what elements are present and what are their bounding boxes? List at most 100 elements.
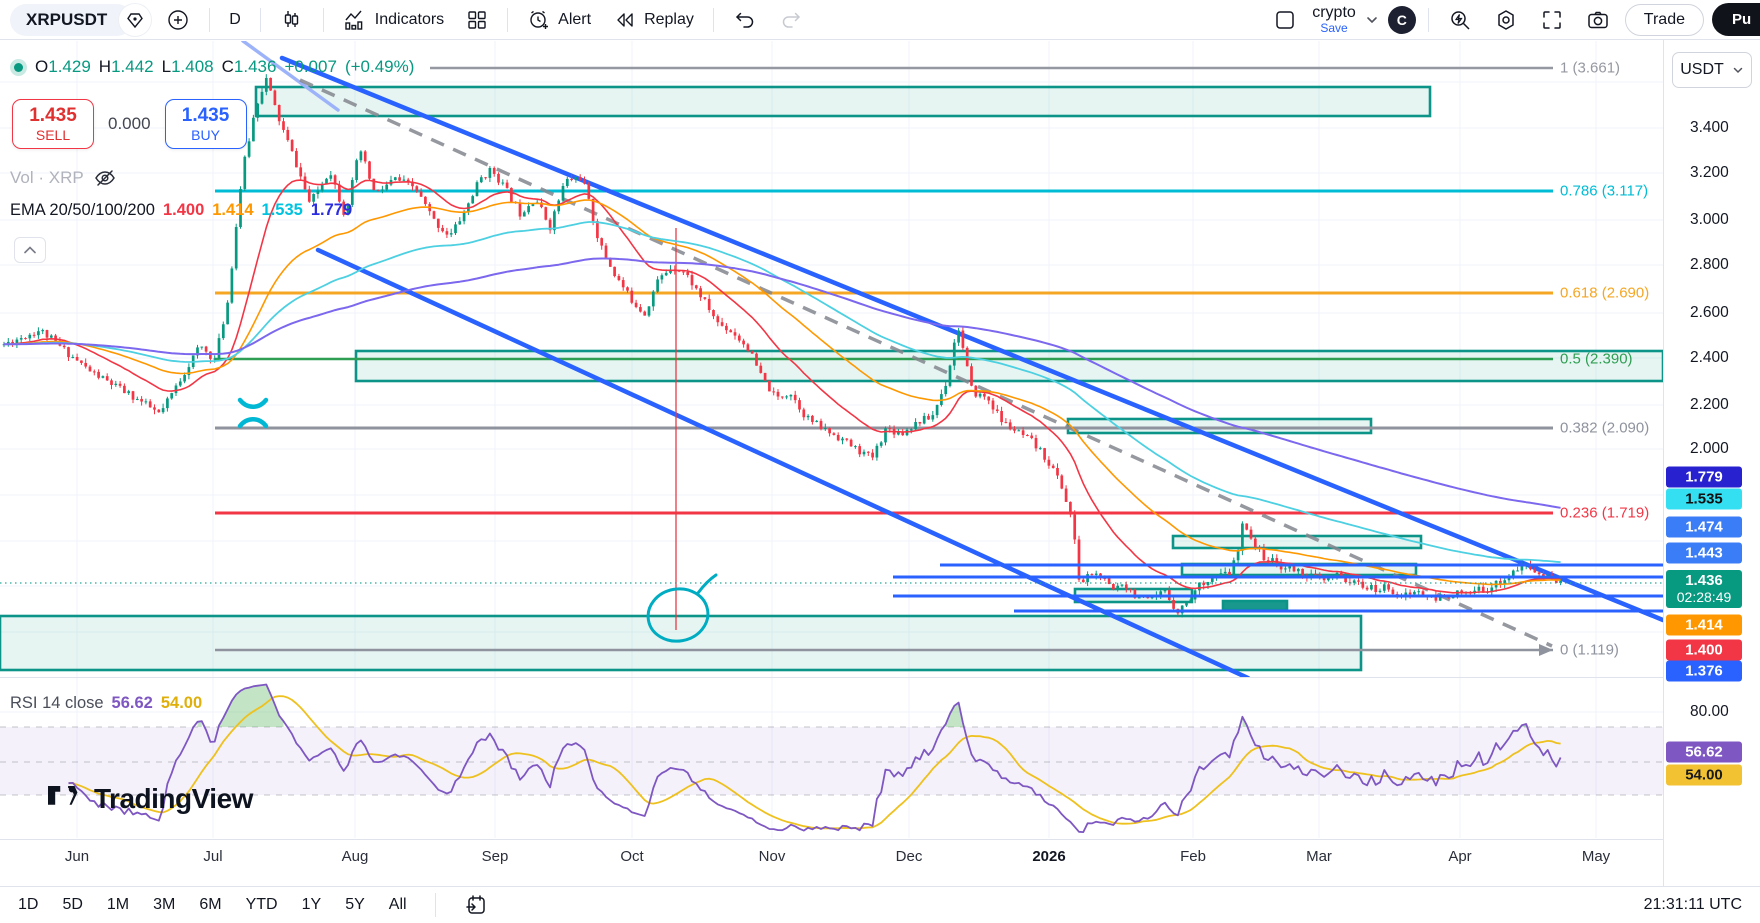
range-1y[interactable]: 1Y xyxy=(302,896,322,914)
change-percent: (+0.49%) xyxy=(344,57,415,76)
settings-button[interactable] xyxy=(1487,4,1525,36)
rsi-legend[interactable]: RSI 14 close 56.62 54.00 xyxy=(10,694,202,713)
snapshot-button[interactable] xyxy=(1579,4,1617,36)
tradingview-logo[interactable]: TradingView xyxy=(48,783,253,815)
month-tick-Feb[interactable]: Feb xyxy=(1180,848,1206,865)
ema100-value: 1.535 xyxy=(261,201,303,219)
quick-search-button[interactable] xyxy=(1441,4,1479,36)
range-1m[interactable]: 1M xyxy=(107,896,129,914)
redo-icon xyxy=(779,8,803,32)
sell-button[interactable]: 1.435 SELL xyxy=(12,99,94,149)
hexagon-settings-icon xyxy=(1494,8,1518,32)
month-tick-May[interactable]: May xyxy=(1582,848,1610,865)
chart-style-button[interactable] xyxy=(273,4,311,36)
month-tick-Apr[interactable]: Apr xyxy=(1448,848,1471,865)
time-axis[interactable]: Jun Jul Aug Sep Oct Nov Dec 2026 Feb Mar Apr May xyxy=(0,839,1760,886)
chevron-down-icon[interactable] xyxy=(1364,12,1380,28)
month-tick-Nov[interactable]: Nov xyxy=(759,848,786,865)
price-tick: 2.800 xyxy=(1690,256,1729,273)
interval-button[interactable]: D xyxy=(222,7,248,33)
eye-slash-icon[interactable] xyxy=(92,165,118,191)
templates-button[interactable] xyxy=(459,5,495,35)
fullscreen-icon xyxy=(1540,8,1564,32)
layout-name-button[interactable]: crypto Save xyxy=(1312,4,1356,34)
chevron-up-icon xyxy=(24,246,36,254)
ema-label: EMA 20/50/100/200 xyxy=(10,201,155,219)
rsi-value: 56.62 xyxy=(111,694,153,712)
month-tick-2026[interactable]: 2026 xyxy=(1032,848,1065,865)
symbol-name: XRPUSDT xyxy=(26,9,108,29)
rsi-title: RSI 14 close xyxy=(10,694,104,712)
month-tick-Aug[interactable]: Aug xyxy=(342,848,369,865)
tradingview-wordmark: TradingView xyxy=(94,783,253,814)
camera-icon xyxy=(1586,8,1610,32)
close-key: C xyxy=(221,57,234,76)
main-pane xyxy=(0,41,1663,677)
undo-button[interactable] xyxy=(726,4,764,36)
volume-legend[interactable]: Vol · XRP xyxy=(10,165,118,191)
market-status-dot xyxy=(10,58,27,76)
publish-button[interactable]: Pu xyxy=(1712,3,1760,36)
change-value: +0.007 xyxy=(284,57,337,76)
toolbar-separator xyxy=(259,7,261,32)
ema50-value: 1.414 xyxy=(212,201,254,219)
alert-label: Alert xyxy=(558,10,592,28)
sell-price: 1.435 xyxy=(29,105,77,127)
range-1d[interactable]: 1D xyxy=(18,896,38,914)
range-5d[interactable]: 5D xyxy=(62,896,82,914)
month-tick-Sep[interactable]: Sep xyxy=(482,848,509,865)
ema-legend[interactable]: EMA 20/50/100/200 1.400 1.414 1.535 1.77… xyxy=(10,201,352,220)
month-tick-Jun[interactable]: Jun xyxy=(65,848,89,865)
buy-price: 1.435 xyxy=(181,105,230,127)
price-tick: 3.200 xyxy=(1690,164,1729,181)
layout-button[interactable] xyxy=(1266,4,1304,36)
toolbar-separator xyxy=(712,7,714,32)
alert-button[interactable]: Alert xyxy=(520,4,598,36)
symbol-button[interactable]: XRPUSDT xyxy=(10,3,134,36)
tradingview-mark-icon xyxy=(48,786,84,812)
compare-button[interactable] xyxy=(159,4,197,36)
currency-selector[interactable]: USDT xyxy=(1672,52,1752,88)
redo-button[interactable] xyxy=(772,4,810,36)
trade-button[interactable]: Trade xyxy=(1624,3,1704,36)
month-tick-Mar[interactable]: Mar xyxy=(1306,848,1332,865)
trade-widget: 1.435 SELL 0.000 1.435 BUY xyxy=(12,99,247,149)
range-6m[interactable]: 6M xyxy=(199,896,221,914)
price-axis[interactable]: USDT 3.400 3.200 3.000 2.800 2.600 2.400 2.200… xyxy=(1663,40,1760,886)
clock[interactable]: 21:31:11 UTC xyxy=(1644,896,1742,914)
range-5y[interactable]: 5Y xyxy=(345,896,365,914)
price-chart xyxy=(0,41,1663,838)
price-tick: 2.000 xyxy=(1690,440,1729,457)
range-3m[interactable]: 3M xyxy=(153,896,175,914)
close-value: 1.436 xyxy=(233,57,277,76)
price-label-1.400: 1.400 xyxy=(1666,639,1742,661)
symbol-detail-button[interactable] xyxy=(119,3,152,36)
range-ytd[interactable]: YTD xyxy=(246,896,278,914)
go-to-date-icon[interactable] xyxy=(464,893,488,917)
month-tick-Jul[interactable]: Jul xyxy=(203,848,222,865)
search-lightning-icon xyxy=(1448,8,1472,32)
replay-button[interactable]: Replay xyxy=(606,4,701,36)
range-all[interactable]: All xyxy=(389,896,407,914)
month-tick-Dec[interactable]: Dec xyxy=(896,848,923,865)
collapse-legend-button[interactable] xyxy=(14,237,46,263)
price-tick: 2.200 xyxy=(1690,396,1729,413)
price-tick: 2.600 xyxy=(1690,304,1729,321)
avatar[interactable]: C xyxy=(1387,5,1416,34)
xrp-logo-mark xyxy=(237,397,269,429)
fullscreen-button[interactable] xyxy=(1533,4,1571,36)
spread-value: 0.000 xyxy=(108,114,151,133)
ema20-value: 1.400 xyxy=(162,201,205,219)
indicators-button[interactable]: Indicators xyxy=(336,4,451,36)
price-label-1.443: 1.443 xyxy=(1666,542,1742,564)
ohlc-legend[interactable]: O1.429 H1.442 L1.408 C1.436 +0.007 (+0.4… xyxy=(10,57,414,77)
buy-button[interactable]: 1.435 BUY xyxy=(164,99,247,149)
price-tick: 3.000 xyxy=(1690,211,1729,228)
price-label-1.436: 1.436 02:28:49 xyxy=(1666,570,1742,608)
trade-label: Trade xyxy=(1643,10,1685,28)
layout-square-icon xyxy=(1273,8,1297,32)
price-label-1.535: 1.535 xyxy=(1666,488,1742,510)
publish-label: Pu xyxy=(1732,11,1752,28)
month-tick-Oct[interactable]: Oct xyxy=(620,848,643,865)
undo-icon xyxy=(733,8,757,32)
